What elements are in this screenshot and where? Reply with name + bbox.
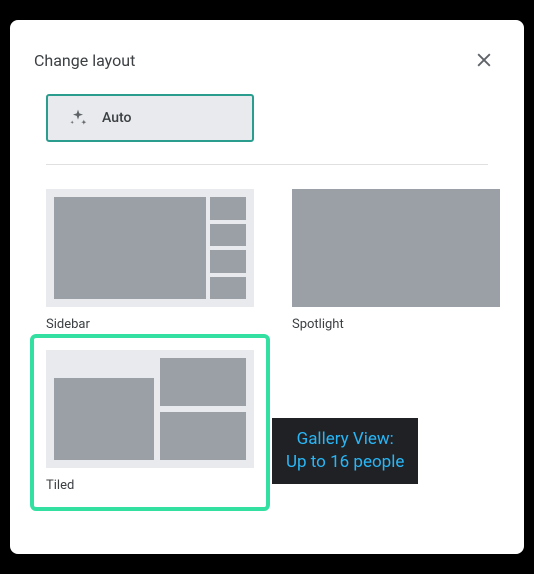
close-icon <box>474 50 494 70</box>
sparkle-icon <box>68 108 88 128</box>
tiled-highlight: Tiled <box>30 334 270 511</box>
spotlight-thumbnail <box>292 189 500 307</box>
sidebar-thumbnail <box>46 189 254 307</box>
layout-option-tiled[interactable]: Tiled <box>46 350 254 493</box>
layout-option-sidebar[interactable]: Sidebar <box>46 189 254 332</box>
layout-options-grid: Sidebar Spotlight Tiled <box>34 189 500 493</box>
tiled-label: Tiled <box>46 478 254 493</box>
close-button[interactable] <box>468 44 500 76</box>
dialog-header: Change layout <box>34 44 500 76</box>
divider <box>46 164 488 165</box>
auto-label: Auto <box>102 110 131 126</box>
sidebar-label: Sidebar <box>46 317 254 332</box>
tooltip-line-1: Gallery View: <box>286 428 404 451</box>
tooltip-line-2: Up to 16 people <box>286 451 404 474</box>
spotlight-label: Spotlight <box>292 317 500 332</box>
layout-option-auto[interactable]: Auto <box>46 94 254 142</box>
change-layout-dialog: Change layout Auto <box>10 20 524 554</box>
layout-option-spotlight[interactable]: Spotlight <box>292 189 500 332</box>
tiled-thumbnail <box>46 350 254 468</box>
tooltip: Gallery View: Up to 16 people <box>272 418 418 484</box>
dialog-title: Change layout <box>34 51 135 70</box>
